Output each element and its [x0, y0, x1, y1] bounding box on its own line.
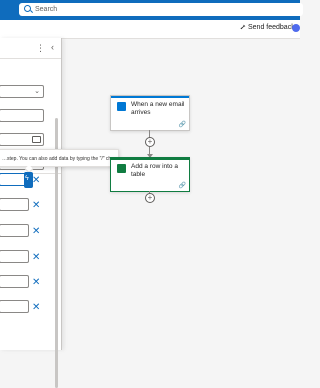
- action-properties-panel: ⋮ ‹ ⌄ ⌄ ✕ ✕ ✕ ✕ ✕ ✕: [0, 38, 62, 388]
- row-value-field[interactable]: [0, 224, 29, 237]
- action-card-selected[interactable]: Add a row into a table 🔗: [110, 157, 190, 192]
- collapse-panel-icon[interactable]: ‹: [51, 42, 54, 52]
- feedback-icon: [240, 24, 246, 30]
- location-dropdown[interactable]: ⌄: [0, 85, 44, 98]
- search-box[interactable]: Search: [19, 3, 303, 16]
- remove-field-icon[interactable]: ✕: [32, 227, 40, 237]
- add-new-step-button[interactable]: +: [145, 193, 155, 203]
- row-value-field[interactable]: [0, 250, 29, 263]
- row-value-field[interactable]: [0, 275, 29, 288]
- trigger-accent-bar: [111, 96, 189, 98]
- link-icon: 🔗: [178, 122, 186, 128]
- insert-step-button[interactable]: +: [145, 137, 155, 147]
- remove-field-icon[interactable]: ✕: [32, 201, 40, 211]
- excel-icon: [117, 164, 126, 173]
- row-value-field[interactable]: [0, 300, 29, 313]
- row-value-field[interactable]: [0, 198, 29, 211]
- command-bar: Send feedback: [0, 20, 300, 39]
- send-feedback-button[interactable]: Send feedback: [240, 24, 295, 31]
- user-avatar-icon[interactable]: [292, 24, 300, 32]
- search-icon: [24, 5, 31, 12]
- action-title: Add a row into a table: [131, 163, 178, 178]
- remove-field-icon[interactable]: ✕: [32, 176, 40, 186]
- lightning-icon: ϟ: [25, 175, 29, 182]
- send-feedback-label: Send feedback: [248, 24, 295, 31]
- outlook-icon: [117, 102, 126, 111]
- remove-field-icon[interactable]: ✕: [32, 303, 40, 313]
- file-picker-field[interactable]: [0, 133, 44, 146]
- trigger-card[interactable]: When a new email arrives 🔗: [110, 95, 190, 131]
- document-library-field[interactable]: [0, 109, 44, 122]
- link-icon: 🔗: [178, 183, 186, 189]
- remove-field-icon[interactable]: ✕: [32, 253, 40, 263]
- panel-divider: [0, 58, 61, 59]
- trigger-title: When a new email arrives: [131, 101, 185, 116]
- remove-field-icon[interactable]: ✕: [32, 278, 40, 288]
- chevron-down-icon: ⌄: [34, 88, 40, 95]
- dynamic-content-button[interactable]: ϟ: [24, 172, 33, 188]
- more-options-icon[interactable]: ⋮: [36, 43, 46, 54]
- top-bar: Search: [0, 0, 303, 20]
- action-accent-bar: [111, 158, 189, 160]
- flow-canvas: When a new email arrives 🔗 + Add a row i…: [62, 39, 300, 350]
- folder-icon: [32, 136, 41, 143]
- search-input[interactable]: Search: [35, 4, 57, 15]
